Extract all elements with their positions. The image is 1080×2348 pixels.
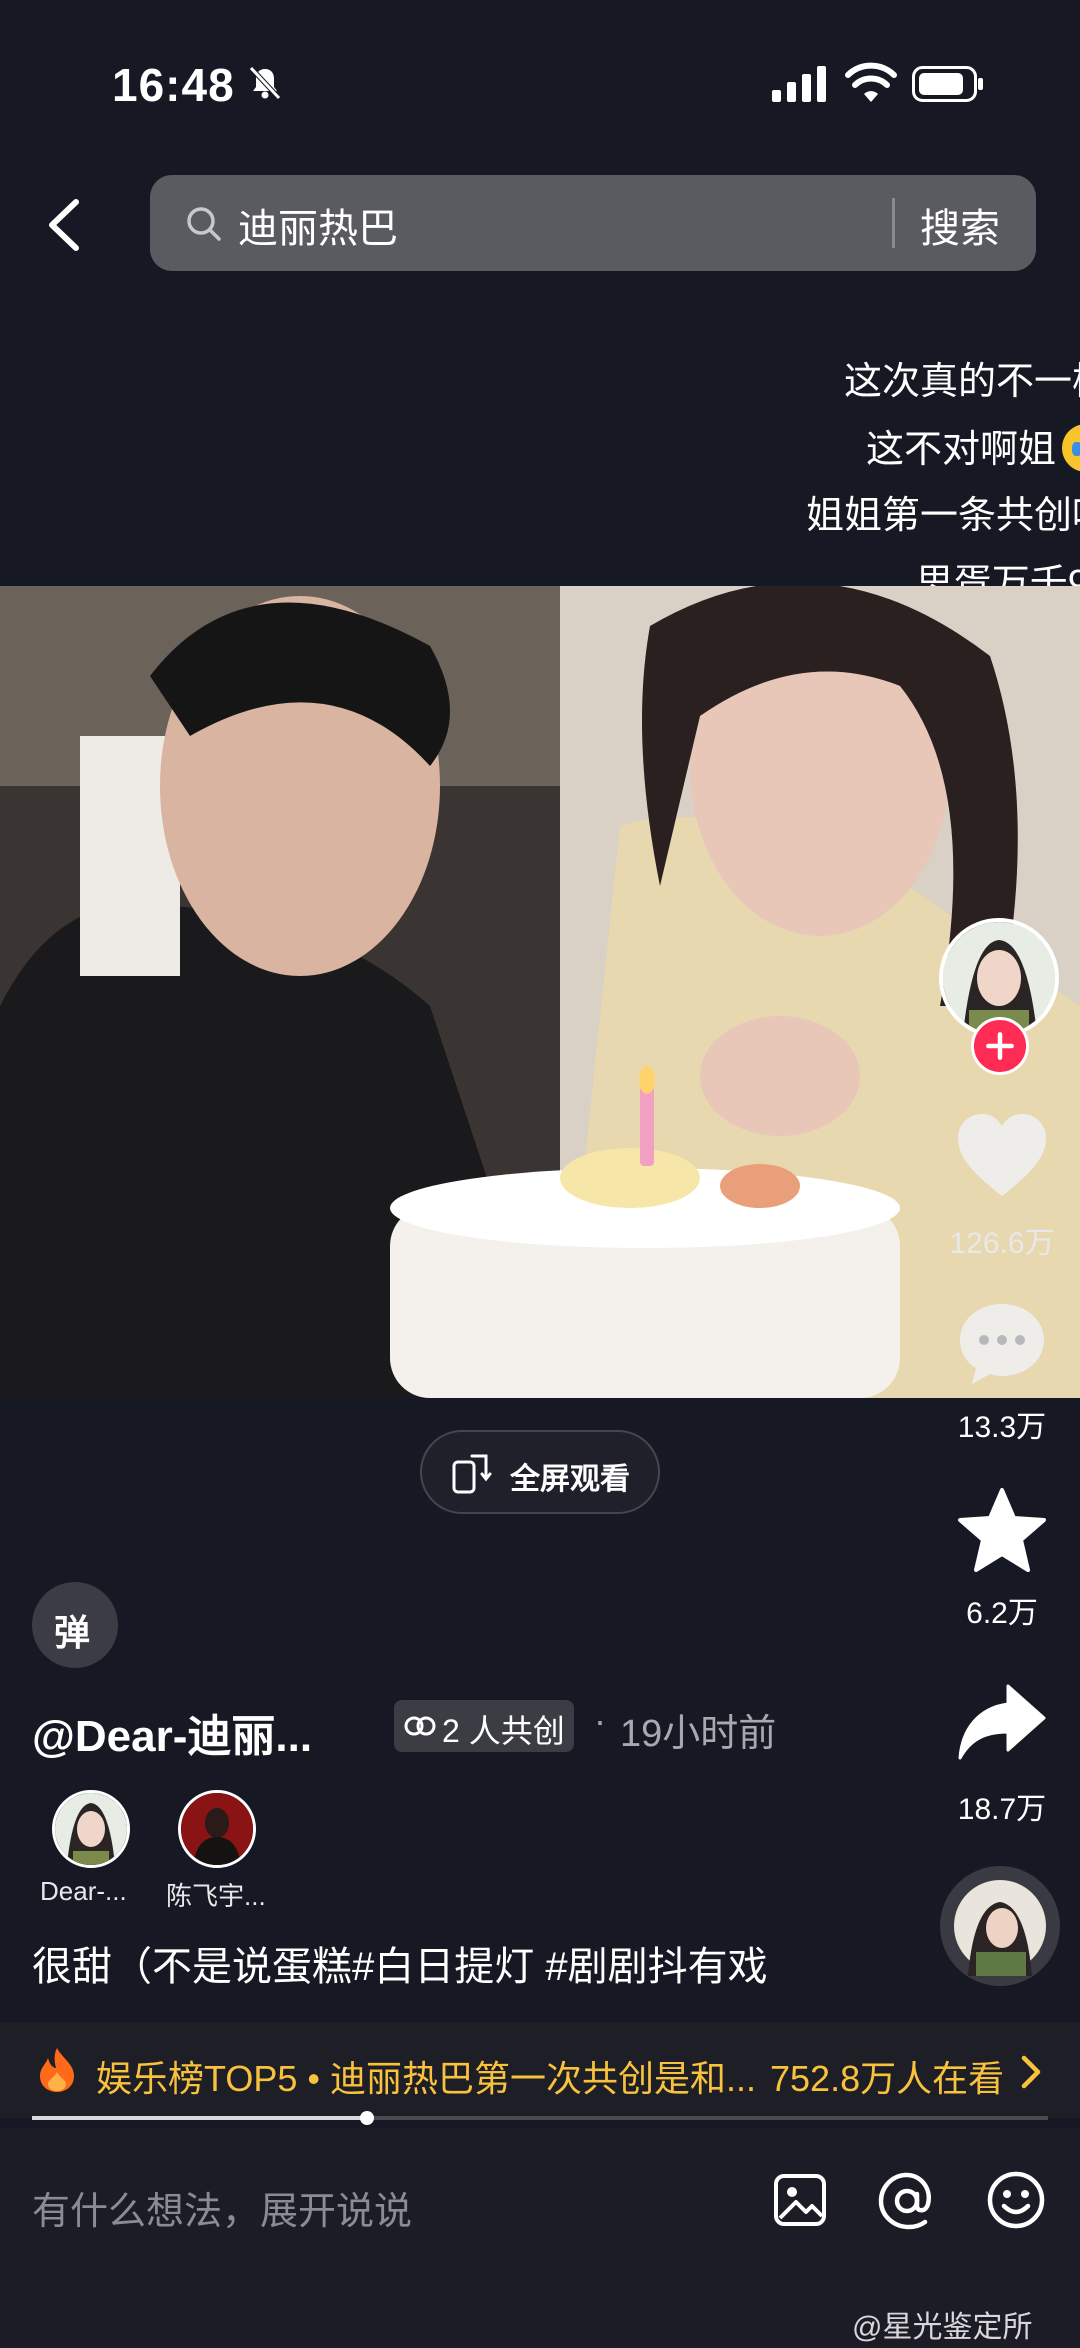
danmu-comment: 这不对啊姐 — [866, 418, 1080, 473]
image-picker-icon[interactable] — [772, 2170, 828, 2230]
danmu-toggle-label: 弹 — [54, 1612, 91, 1653]
mention-at-icon[interactable] — [876, 2170, 938, 2232]
danmu-comment-text: 这不对啊姐 — [865, 429, 1056, 471]
cellular-signal-icon — [772, 66, 826, 102]
follow-button[interactable] — [971, 1017, 1029, 1075]
fire-icon — [40, 2048, 74, 2092]
video-progress-thumb[interactable] — [360, 2111, 375, 2125]
ranking-text: 娱乐榜TOP5 • 迪丽热巴第一次共创是和... — [96, 2058, 756, 2099]
wifi-icon — [845, 62, 897, 102]
status-time: 16:48 — [112, 59, 235, 111]
search-input[interactable]: 迪丽热巴 — [238, 196, 398, 254]
post-time: 19小时前 — [620, 1713, 777, 1755]
music-disc[interactable] — [940, 1866, 1060, 1986]
battery-icon — [912, 66, 983, 102]
cocreator-name: Dear-... — [40, 1876, 127, 1906]
rotate-screen-icon — [452, 1454, 492, 1494]
search-icon — [187, 207, 221, 241]
cocreate-label: 2 人共创 — [442, 1713, 565, 1749]
watermark-text: @星光鉴定所 — [852, 2311, 1033, 2344]
danmu-comment: 姐姐第一条共创呢 — [805, 495, 1080, 537]
comment-count: 13.3万 — [957, 1411, 1047, 1444]
comment-bubble-icon[interactable] — [956, 1300, 1048, 1386]
video-progress-fill — [32, 2116, 368, 2120]
share-count: 18.7万 — [957, 1793, 1047, 1826]
like-count: 126.6万 — [949, 1227, 1055, 1260]
back-button[interactable] — [36, 190, 92, 260]
search-divider — [892, 198, 895, 248]
separator-dot: · — [594, 1700, 606, 1741]
music-disc-image — [940, 1866, 1060, 1986]
favorite-star-icon[interactable] — [956, 1486, 1048, 1574]
like-heart-icon[interactable] — [954, 1112, 1050, 1200]
mute-bell-icon — [249, 66, 281, 100]
danmu-comment: 这次真的不一样 — [843, 361, 1080, 403]
ranking-viewers: 752.8万人在看 — [770, 2058, 1005, 2099]
avatar-image — [181, 1793, 253, 1865]
search-button[interactable]: 搜索 — [920, 196, 1000, 254]
fullscreen-label: 全屏观看 — [510, 1463, 630, 1496]
chevron-right-icon — [1021, 2055, 1041, 2089]
emoji-smile-icon[interactable] — [986, 2170, 1046, 2230]
comment-input[interactable]: 有什么想法，展开说说 — [32, 2180, 412, 2235]
cocreator-name: 陈飞宇... — [166, 1881, 266, 1911]
cocreate-link-icon — [404, 1716, 436, 1736]
crying-emoji-icon — [1062, 424, 1080, 472]
video-frame-image — [0, 586, 1080, 1398]
video-player[interactable] — [0, 586, 1080, 1398]
share-arrow-icon[interactable] — [956, 1682, 1048, 1762]
author-name[interactable]: @Dear-迪丽... — [32, 1700, 312, 1764]
cocreator-avatar[interactable] — [52, 1790, 130, 1868]
video-caption[interactable]: 很甜（不是说蛋糕#白日提灯 #剧剧抖有戏 — [32, 1934, 768, 1992]
favorite-count: 6.2万 — [966, 1597, 1038, 1630]
avatar-image — [55, 1793, 127, 1865]
cocreator-avatar[interactable] — [178, 1790, 256, 1868]
